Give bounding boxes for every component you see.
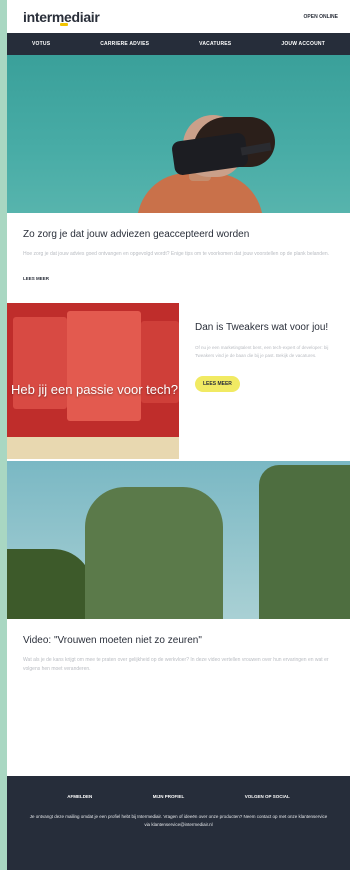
logo-accent: [60, 22, 68, 26]
footer-unsubscribe-link[interactable]: AFMELDEN: [67, 794, 92, 799]
article-advice-text: Hoe zorg je dat jouw advies goed ontvang…: [23, 251, 330, 257]
email-header: intermediair OPEN ONLINE: [7, 0, 350, 33]
email-footer: AFMELDEN MIJN PROFIEL VOLGEN OP SOCIAL J…: [7, 776, 350, 870]
tweakers-promo-body: Dan is Tweakers wat voor jou! Of nu je e…: [179, 303, 350, 459]
green-tower-left: [85, 487, 223, 619]
tweakers-promo-title: Dan is Tweakers wat voor jou!: [195, 322, 329, 333]
article-advice: Zo zorg je dat jouw adviezen geaccepteer…: [7, 229, 350, 281]
tweakers-promo-text: Of nu je een marketingtalent bent, een t…: [195, 345, 329, 358]
foreground-trees: [7, 549, 93, 619]
promo-image-headline: Heb jij een passie voor tech?: [11, 382, 178, 397]
footer-links: AFMELDEN MIJN PROFIEL VOLGEN OP SOCIAL: [7, 776, 350, 799]
tweakers-read-more-button[interactable]: LEES MEER: [195, 376, 240, 392]
top-nav: VOTUS CARRIERE ADVIES VACATURES JOUW ACC…: [7, 33, 350, 55]
article-video: Video: "Vrouwen moeten niet zo zeuren" W…: [7, 635, 350, 674]
nav-item-carriere-advies[interactable]: CARRIERE ADVIES: [100, 41, 149, 47]
article-advice-read-more-link[interactable]: LEES MEER: [23, 276, 334, 281]
nav-item-vacatures[interactable]: VACATURES: [199, 41, 231, 47]
tweakers-promo-image[interactable]: Heb jij een passie voor tech?: [7, 303, 179, 459]
article-video-title[interactable]: Video: "Vrouwen moeten niet zo zeuren": [23, 635, 334, 646]
footer-disclaimer-text: Je ontvangt deze mailing omdat je een pr…: [29, 814, 328, 827]
email-container: intermediair OPEN ONLINE VOTUS CARRIERE …: [7, 0, 350, 870]
nav-item-home[interactable]: VOTUS: [32, 41, 50, 47]
tweakers-promo: Heb jij een passie voor tech? Dan is Twe…: [7, 303, 350, 459]
nav-item-jouw-account[interactable]: JOUW ACCOUNT: [281, 41, 325, 47]
promo-box-center: [67, 311, 141, 421]
intermediair-logo[interactable]: intermediair: [23, 9, 100, 26]
green-towers-hero-image[interactable]: [7, 461, 350, 619]
footer-profile-link[interactable]: MIJN PROFIEL: [153, 794, 185, 799]
open-online-link[interactable]: OPEN ONLINE: [304, 14, 338, 20]
green-tower-right: [259, 465, 350, 619]
article-advice-title[interactable]: Zo zorg je dat jouw adviezen geaccepteer…: [23, 229, 334, 240]
footer-social-link[interactable]: VOLGEN OP SOCIAL: [245, 794, 290, 799]
vr-headset-hero-image[interactable]: [7, 55, 350, 213]
promo-floor: [7, 437, 179, 459]
article-video-text: Wat als je de kans krijgt om mee te prat…: [23, 657, 329, 672]
